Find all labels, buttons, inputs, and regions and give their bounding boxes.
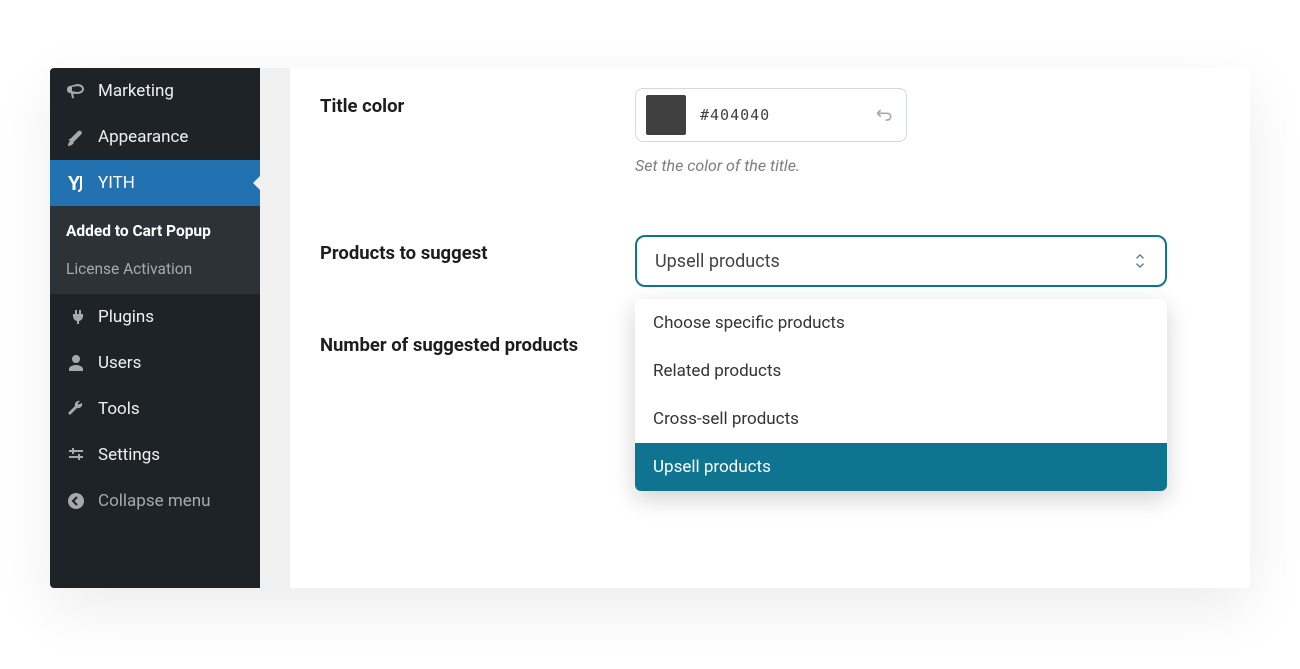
option-cross-sell[interactable]: Cross-sell products xyxy=(635,395,1167,443)
help-title-color: Set the color of the title. xyxy=(635,156,1220,175)
sidebar-item-label: Users xyxy=(98,353,141,373)
option-upsell[interactable]: Upsell products xyxy=(635,443,1167,491)
sidebar-item-appearance[interactable]: Appearance xyxy=(50,114,260,160)
sidebar-submenu: Added to Cart Popup License Activation xyxy=(50,206,260,294)
collapse-icon xyxy=(66,491,86,511)
submenu-item-added-to-cart[interactable]: Added to Cart Popup xyxy=(50,212,260,250)
admin-sidebar: Marketing Appearance YITH Added to Cart … xyxy=(50,68,260,588)
sidebar-item-label: Marketing xyxy=(98,81,174,101)
reset-color-button[interactable] xyxy=(872,103,896,127)
plug-icon xyxy=(66,307,86,327)
field-title-color: #404040 Set the color of the title. xyxy=(635,88,1220,175)
submenu-item-license[interactable]: License Activation xyxy=(50,250,260,288)
select-value: Upsell products xyxy=(655,251,780,272)
color-value: #404040 xyxy=(700,106,770,124)
color-picker[interactable]: #404040 xyxy=(635,88,907,142)
sidebar-item-label: YITH xyxy=(98,173,135,193)
field-products-to-suggest: Upsell products Choose specific products… xyxy=(635,235,1220,287)
undo-icon xyxy=(874,105,894,125)
collapse-label: Collapse menu xyxy=(98,491,211,511)
app-frame: Marketing Appearance YITH Added to Cart … xyxy=(50,68,1250,588)
sidebar-item-marketing[interactable]: Marketing xyxy=(50,68,260,114)
row-products-to-suggest: Products to suggest Upsell products Choo… xyxy=(320,235,1220,287)
yith-icon xyxy=(66,173,86,193)
sidebar-item-label: Plugins xyxy=(98,307,154,327)
megaphone-icon xyxy=(66,81,86,101)
option-choose-specific[interactable]: Choose specific products xyxy=(635,299,1167,347)
color-swatch[interactable] xyxy=(646,95,686,135)
row-title-color: Title color #404040 Set the color of the… xyxy=(320,88,1220,175)
wrench-icon xyxy=(66,399,86,419)
settings-panel: Title color #404040 Set the color of the… xyxy=(290,68,1250,588)
sliders-icon xyxy=(66,445,86,465)
main-area: Title color #404040 Set the color of the… xyxy=(260,68,1250,588)
sidebar-item-settings[interactable]: Settings xyxy=(50,432,260,478)
sidebar-item-label: Settings xyxy=(98,445,160,465)
sidebar-item-label: Appearance xyxy=(98,127,188,147)
chevron-updown-icon xyxy=(1133,252,1147,270)
products-select[interactable]: Upsell products xyxy=(635,235,1167,287)
sidebar-item-yith[interactable]: YITH xyxy=(50,160,260,206)
sidebar-item-tools[interactable]: Tools xyxy=(50,386,260,432)
products-dropdown: Choose specific products Related product… xyxy=(635,299,1167,491)
label-title-color: Title color xyxy=(320,88,635,175)
collapse-menu-button[interactable]: Collapse menu xyxy=(50,478,260,524)
sidebar-item-plugins[interactable]: Plugins xyxy=(50,294,260,340)
sidebar-item-label: Tools xyxy=(98,399,140,419)
label-products-to-suggest: Products to suggest xyxy=(320,235,635,287)
label-num-suggested: Number of suggested products xyxy=(320,327,635,455)
option-related[interactable]: Related products xyxy=(635,347,1167,395)
brush-icon xyxy=(66,127,86,147)
user-icon xyxy=(66,353,86,373)
sidebar-item-users[interactable]: Users xyxy=(50,340,260,386)
